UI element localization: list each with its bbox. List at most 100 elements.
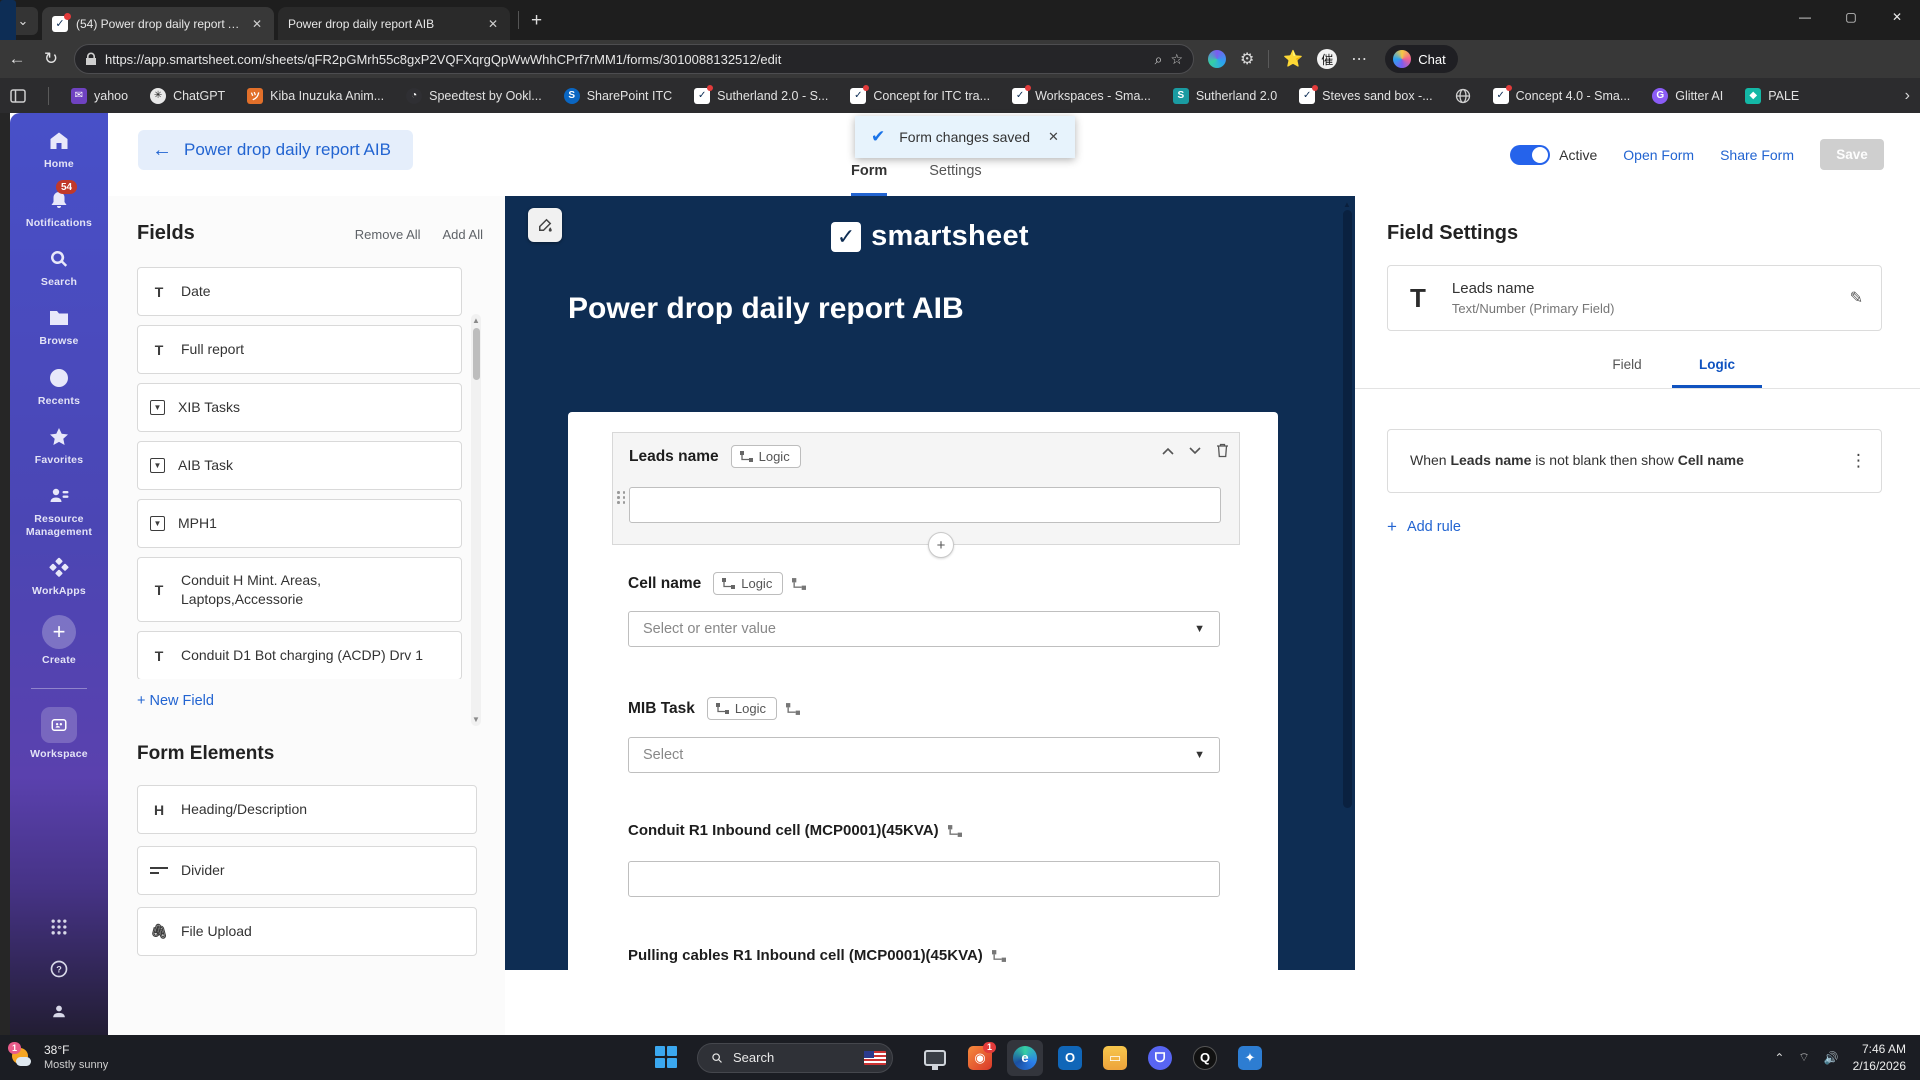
field-item-xib-tasks[interactable]: ▼XIB Tasks: [137, 383, 462, 432]
field-item-date[interactable]: TDate: [137, 267, 462, 316]
new-field-link[interactable]: + New Field: [137, 693, 505, 709]
move-down-icon[interactable]: [1189, 447, 1201, 455]
sidebar-item-search[interactable]: Search: [10, 247, 108, 289]
field-item-conduit-h[interactable]: TConduit H Mint. Areas, Laptops,Accessor…: [137, 557, 462, 622]
favorite-star-icon[interactable]: ☆: [1170, 51, 1183, 68]
app-edge[interactable]: e: [1007, 1040, 1043, 1076]
active-toggle[interactable]: [1510, 145, 1550, 165]
field-item-mph1[interactable]: ▼MPH1: [137, 499, 462, 548]
bookmark-sutherland2[interactable]: ✓Sutherland 2.0 - S...: [694, 88, 828, 104]
bookmark-speedtest[interactable]: ◔Speedtest by Ookl...: [406, 88, 542, 104]
mib-task-select[interactable]: Select ▼: [628, 737, 1220, 773]
extension-icon[interactable]: [1208, 50, 1226, 68]
back-icon[interactable]: ←: [0, 49, 34, 69]
bookmark-concept40[interactable]: ✓Concept 4.0 - Sma...: [1493, 88, 1631, 104]
bookmark-concept-itc[interactable]: ✓Concept for ITC tra...: [850, 88, 990, 104]
field-list-scrollbar[interactable]: ▲ ▼: [471, 314, 481, 726]
sidebar-item-workapps[interactable]: WorkApps: [10, 556, 108, 598]
wifi-icon[interactable]: ⌔: [1798, 1050, 1809, 1065]
more-menu-icon[interactable]: ⋯: [1351, 49, 1367, 69]
app-blue[interactable]: ✦: [1232, 1040, 1268, 1076]
tab-close-icon[interactable]: ✕: [250, 17, 264, 31]
conduit-r1-input[interactable]: [628, 861, 1220, 897]
apps-grid-icon[interactable]: [49, 917, 69, 937]
add-all-link[interactable]: Add All: [443, 227, 483, 242]
app-file-explorer[interactable]: ▭: [1097, 1040, 1133, 1076]
bookmark-kiba[interactable]: ツKiba Inuzuka Anim...: [247, 88, 384, 104]
preview-scrollbar[interactable]: ▲: [1342, 196, 1353, 970]
logic-chip[interactable]: Logic: [713, 572, 783, 595]
tab-logic[interactable]: Logic: [1672, 357, 1762, 388]
profile-avatar[interactable]: 催: [1317, 49, 1337, 69]
share-form-link[interactable]: Share Form: [1720, 147, 1794, 163]
minimize-button[interactable]: —: [1782, 0, 1828, 34]
scrollbar-thumb[interactable]: [473, 328, 480, 380]
tab-close-icon[interactable]: ✕: [486, 17, 500, 31]
tab-settings[interactable]: Settings: [929, 163, 981, 196]
remove-all-link[interactable]: Remove All: [355, 227, 421, 242]
tab-form[interactable]: Form: [851, 163, 887, 196]
weather-widget[interactable]: 1 38°F Mostly sunny: [0, 1043, 240, 1072]
element-file-upload[interactable]: 🖇File Upload: [137, 907, 477, 956]
bookmark-globe[interactable]: [1455, 88, 1471, 104]
maximize-button[interactable]: ▢: [1828, 0, 1874, 34]
sidebar-item-resource-management[interactable]: Resource Management: [10, 484, 108, 539]
app-outlook[interactable]: O: [1052, 1040, 1088, 1076]
field-item-full-report[interactable]: TFull report: [137, 325, 462, 374]
drag-handle[interactable]: [617, 491, 627, 504]
start-button[interactable]: [655, 1046, 679, 1070]
bookmark-sharepoint[interactable]: SSharePoint ITC: [564, 88, 672, 104]
sidebar-item-workspace[interactable]: Workspace: [10, 707, 108, 761]
element-divider[interactable]: Divider: [137, 846, 477, 895]
sidebar-item-home[interactable]: Home: [10, 129, 108, 171]
rule-menu-kebab-icon[interactable]: ⋮: [1850, 451, 1867, 471]
selected-field-leads-name[interactable]: Leads name Logic: [612, 432, 1240, 545]
browser-tab-1[interactable]: ✓ (54) Power drop daily report AIB - S ✕: [42, 7, 274, 40]
save-button[interactable]: Save: [1820, 139, 1884, 170]
cell-name-select[interactable]: Select or enter value ▼: [628, 611, 1220, 647]
clock[interactable]: 7:46 AM 2/16/2026: [1853, 1041, 1906, 1073]
bookmark-pale[interactable]: ◆PALE: [1745, 88, 1799, 104]
account-icon[interactable]: [49, 1001, 69, 1021]
sidebar-item-favorites[interactable]: Favorites: [10, 425, 108, 467]
app-task-view[interactable]: [917, 1040, 953, 1076]
logic-chip[interactable]: Logic: [707, 697, 777, 720]
bookmark-chatgpt[interactable]: ✳ChatGPT: [150, 88, 225, 104]
sidebar-item-create[interactable]: + Create: [10, 615, 108, 667]
open-form-link[interactable]: Open Form: [1623, 147, 1694, 163]
toast-close-icon[interactable]: ✕: [1048, 129, 1059, 145]
app-orange[interactable]: ◉1: [962, 1040, 998, 1076]
zoom-page-icon[interactable]: ⌕: [1155, 51, 1163, 68]
tray-chevron-icon[interactable]: ⌃: [1774, 1051, 1784, 1065]
logic-rule-card[interactable]: When Leads name is not blank then show C…: [1387, 429, 1882, 493]
bookmark-glitter-ai[interactable]: GGlitter AI: [1652, 88, 1723, 104]
field-item-aib-task[interactable]: ▼AIB Task: [137, 441, 462, 490]
bookmarks-overflow-chevron[interactable]: ›: [1905, 87, 1910, 105]
bookmark-steves-sandbox[interactable]: ✓Steves sand box -...: [1299, 88, 1432, 104]
taskbar-search[interactable]: Search: [697, 1043, 893, 1073]
bookmark-sutherland20[interactable]: SSutherland 2.0: [1173, 88, 1277, 104]
help-icon[interactable]: ?: [49, 959, 69, 979]
add-rule-link[interactable]: + Add rule: [1387, 517, 1882, 537]
app-discord[interactable]: ᗜ: [1142, 1040, 1178, 1076]
favorites-bar-icon[interactable]: ⭐: [1283, 49, 1303, 69]
refresh-icon[interactable]: ↻: [34, 49, 68, 69]
element-heading-description[interactable]: HHeading/Description: [137, 785, 477, 834]
volume-icon[interactable]: 🔊: [1824, 1051, 1839, 1065]
browser-essentials-icon[interactable]: ⚙: [1240, 49, 1254, 69]
address-bar[interactable]: https://app.smartsheet.com/sheets/qFR2pG…: [74, 44, 1194, 74]
move-up-icon[interactable]: [1162, 447, 1174, 455]
copilot-chat-button[interactable]: Chat: [1385, 45, 1457, 73]
new-tab-button[interactable]: +: [531, 10, 542, 32]
close-button[interactable]: ✕: [1874, 0, 1920, 34]
app-q[interactable]: Q: [1187, 1040, 1223, 1076]
bookmark-yahoo[interactable]: ✉yahoo: [71, 88, 128, 104]
sidebar-item-browse[interactable]: Browse: [10, 306, 108, 348]
browser-tab-2[interactable]: ✓ Power drop daily report AIB ✕: [278, 7, 510, 40]
tab-field[interactable]: Field: [1582, 357, 1672, 388]
add-field-here-button[interactable]: +: [928, 532, 954, 558]
logic-chip[interactable]: Logic: [731, 445, 801, 468]
sidebar-item-notifications[interactable]: 54 Notifications: [10, 188, 108, 230]
delete-field-icon[interactable]: [1216, 443, 1229, 458]
sidebar-item-recents[interactable]: Recents: [10, 366, 108, 408]
